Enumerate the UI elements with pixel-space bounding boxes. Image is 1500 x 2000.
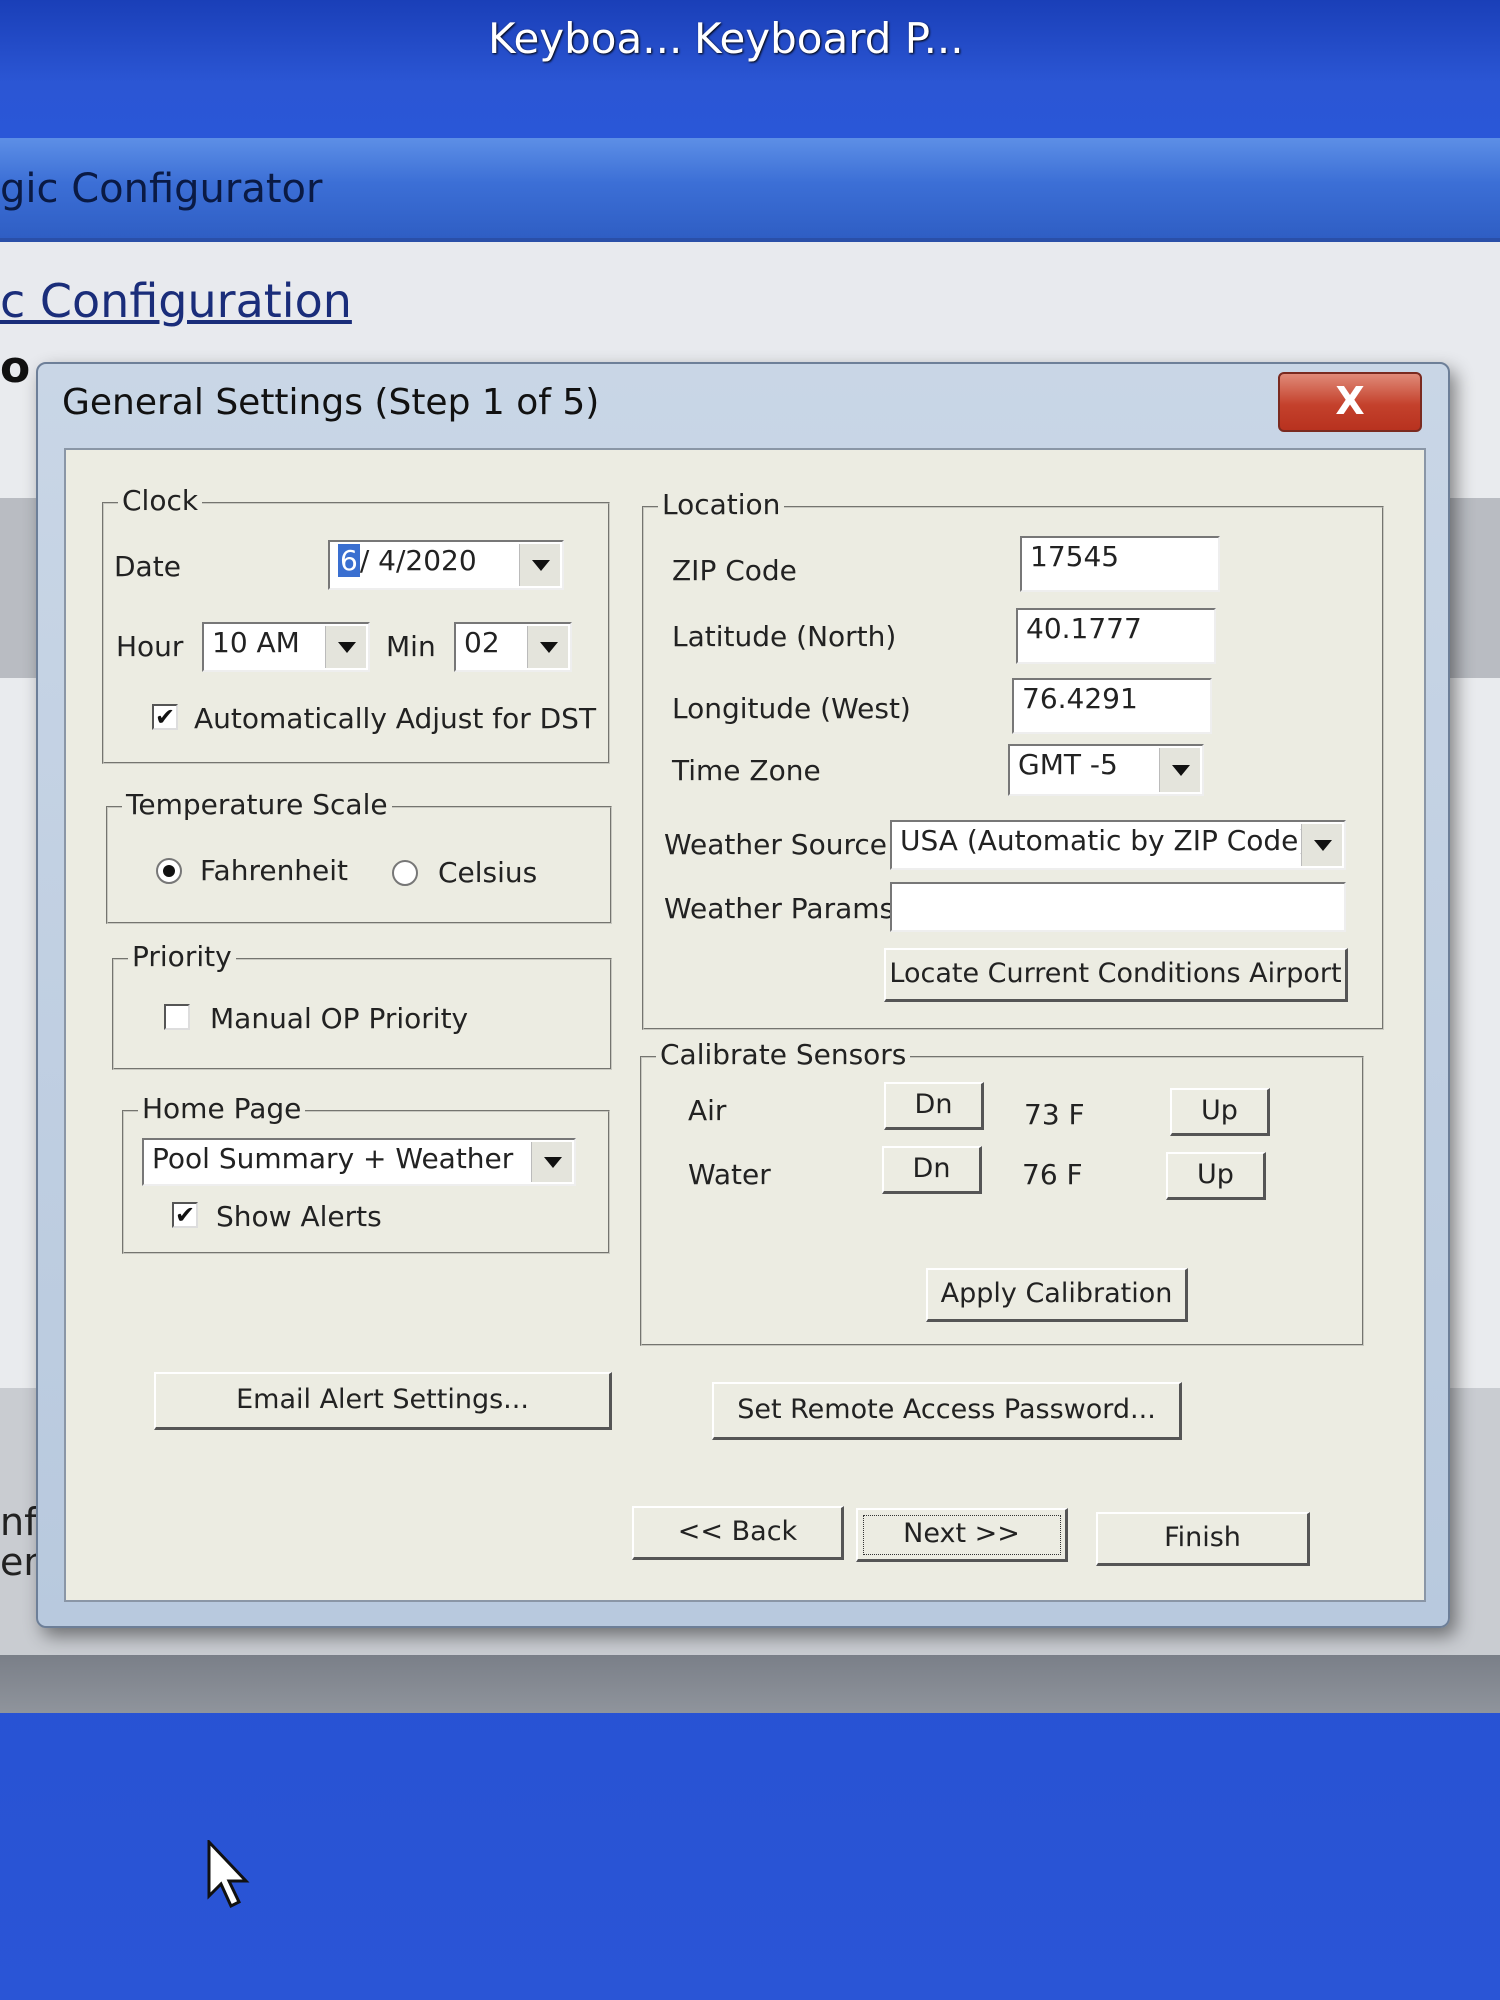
- apply-calibration-button[interactable]: Apply Calibration: [926, 1268, 1188, 1322]
- chevron-down-icon[interactable]: [531, 1142, 572, 1182]
- desktop-icon-label-2[interactable]: Keyboard P...: [694, 14, 964, 63]
- water-up-button[interactable]: Up: [1166, 1152, 1266, 1200]
- hour-value: 10 AM: [212, 626, 300, 659]
- chevron-down-icon[interactable]: [325, 626, 366, 668]
- air-up-button[interactable]: Up: [1170, 1088, 1270, 1136]
- email-alert-settings-button[interactable]: Email Alert Settings...: [154, 1372, 612, 1430]
- chevron-down-icon[interactable]: [1301, 824, 1342, 866]
- fahrenheit-radio[interactable]: [156, 858, 182, 884]
- priority-group: Priority Manual OP Priority: [112, 940, 612, 1070]
- weather-params-label: Weather Params: [664, 892, 895, 925]
- close-button[interactable]: X: [1278, 372, 1422, 432]
- calibrate-legend: Calibrate Sensors: [656, 1038, 911, 1071]
- air-value: 73 F: [1024, 1098, 1085, 1131]
- back-button[interactable]: << Back: [632, 1506, 844, 1560]
- dialog-client-area: Clock Date 6/ 4/2020 Hour 10 AM Min 02 ✔…: [64, 448, 1426, 1602]
- desktop-icon-label-1[interactable]: Keyboa...: [488, 14, 682, 63]
- timezone-value: GMT -5: [1018, 748, 1118, 781]
- chevron-down-icon[interactable]: [1159, 748, 1200, 792]
- set-remote-password-button[interactable]: Set Remote Access Password...: [712, 1382, 1182, 1440]
- timezone-select[interactable]: GMT -5: [1008, 744, 1204, 796]
- chevron-down-icon[interactable]: [519, 544, 560, 586]
- water-value: 76 F: [1022, 1158, 1083, 1191]
- air-label: Air: [688, 1094, 727, 1127]
- show-alerts-label: Show Alerts: [216, 1200, 382, 1233]
- locate-airport-button[interactable]: Locate Current Conditions Airport: [884, 948, 1348, 1002]
- fahrenheit-label: Fahrenheit: [200, 854, 349, 887]
- desktop-top: Keyboa... Keyboard P...: [0, 0, 1500, 138]
- temperature-group: Temperature Scale Fahrenheit Celsius: [106, 788, 612, 924]
- temperature-legend: Temperature Scale: [122, 788, 392, 821]
- home-page-select[interactable]: Pool Summary + Weather: [142, 1138, 576, 1186]
- background-window-heading: c Configuration: [0, 274, 352, 328]
- general-settings-dialog: General Settings (Step 1 of 5) X Clock D…: [36, 362, 1450, 1628]
- location-group: Location ZIP Code 17545 Latitude (North)…: [642, 488, 1384, 1030]
- water-dn-button[interactable]: Dn: [882, 1146, 982, 1194]
- longitude-field[interactable]: 76.4291: [1012, 678, 1212, 734]
- min-label: Min: [386, 630, 436, 663]
- chevron-down-icon[interactable]: [527, 626, 568, 668]
- weather-source-value: USA (Automatic by ZIP Code): [900, 824, 1310, 857]
- date-day-value[interactable]: 6: [338, 544, 360, 577]
- longitude-label: Longitude (West): [672, 692, 911, 725]
- dialog-title: General Settings (Step 1 of 5): [62, 382, 600, 423]
- dst-label: Automatically Adjust for DST: [194, 702, 597, 735]
- background-window-heading-2: o: [0, 342, 31, 393]
- calibrate-group: Calibrate Sensors Air Dn 73 F Up Water D…: [640, 1038, 1364, 1346]
- home-page-value: Pool Summary + Weather: [152, 1142, 514, 1175]
- dst-checkbox[interactable]: ✔: [152, 704, 178, 730]
- min-select[interactable]: 02: [454, 622, 572, 672]
- mouse-cursor-icon: [207, 1840, 250, 1909]
- date-label: Date: [114, 550, 181, 583]
- home-page-group: Home Page Pool Summary + Weather ✔ Show …: [122, 1092, 610, 1254]
- water-label: Water: [688, 1158, 771, 1191]
- celsius-radio[interactable]: [392, 860, 418, 886]
- location-legend: Location: [658, 488, 785, 521]
- clock-group: Clock Date 6/ 4/2020 Hour 10 AM Min 02 ✔…: [102, 484, 610, 764]
- date-rest-value: / 4/2020: [359, 544, 477, 577]
- clock-legend: Clock: [118, 484, 203, 517]
- background-window-title: gic Configurator: [0, 166, 323, 212]
- celsius-label: Celsius: [438, 856, 538, 889]
- weather-params-field[interactable]: [890, 882, 1346, 932]
- background-window-titlebar: gic Configurator: [0, 138, 1500, 242]
- date-picker[interactable]: 6/ 4/2020: [328, 540, 564, 590]
- zip-field[interactable]: 17545: [1020, 536, 1220, 592]
- weather-source-select[interactable]: USA (Automatic by ZIP Code): [890, 820, 1346, 870]
- finish-button[interactable]: Finish: [1096, 1512, 1310, 1566]
- air-dn-button[interactable]: Dn: [884, 1082, 984, 1130]
- priority-legend: Priority: [128, 940, 236, 973]
- manual-op-checkbox[interactable]: [164, 1004, 190, 1030]
- background-status-bar: [0, 1655, 1500, 1713]
- min-value: 02: [464, 626, 500, 659]
- hour-select[interactable]: 10 AM: [202, 622, 370, 672]
- zip-label: ZIP Code: [672, 554, 797, 587]
- latitude-field[interactable]: 40.1777: [1016, 608, 1216, 664]
- latitude-label: Latitude (North): [672, 620, 897, 653]
- weather-source-label: Weather Source: [664, 828, 887, 861]
- home-page-legend: Home Page: [138, 1092, 306, 1125]
- manual-op-label: Manual OP Priority: [210, 1002, 469, 1035]
- next-button[interactable]: Next >>: [856, 1508, 1068, 1562]
- hour-label: Hour: [116, 630, 184, 663]
- show-alerts-checkbox[interactable]: ✔: [172, 1202, 198, 1228]
- background-window-header: c Configuration o: [0, 242, 1500, 393]
- timezone-label: Time Zone: [672, 754, 821, 787]
